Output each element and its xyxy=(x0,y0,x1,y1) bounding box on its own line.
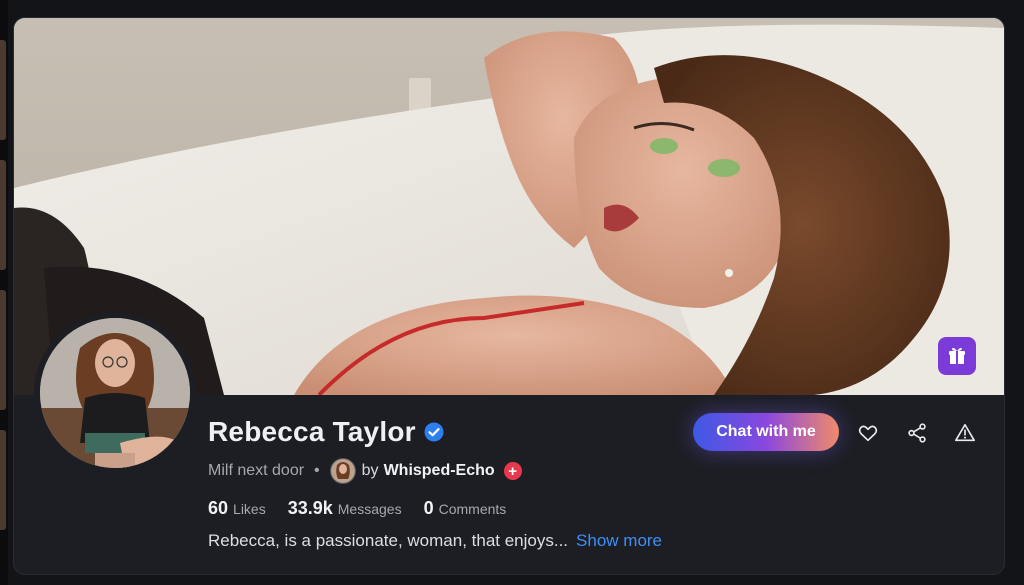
stat-value: 0 xyxy=(423,498,434,518)
thumbnail-preview[interactable] xyxy=(0,160,6,270)
chat-button-label: Chat with me xyxy=(716,423,816,440)
stat-label: Messages xyxy=(337,501,402,517)
stat-messages: 33.9k Messages xyxy=(288,498,402,519)
stat-likes: 60 Likes xyxy=(208,498,266,519)
chat-button[interactable]: Chat with me xyxy=(693,413,839,451)
profile-description: Rebecca, is a passionate, woman, that en… xyxy=(208,531,662,551)
profile-name: Rebecca Taylor xyxy=(208,416,416,447)
heart-icon xyxy=(858,425,878,442)
creator-avatar[interactable] xyxy=(329,458,356,484)
profile-card: Chat with me Rebecca Taylor Milf next do… xyxy=(13,17,1005,575)
profile-info: Rebecca Taylor Milf next door • by Whisp… xyxy=(208,416,522,519)
stat-value: 60 xyxy=(208,498,229,518)
thumbnail-preview[interactable] xyxy=(0,40,6,140)
stat-value: 33.9k xyxy=(287,498,333,518)
verified-badge-icon xyxy=(424,422,444,442)
description-text: Rebecca, is a passionate, woman, that en… xyxy=(208,531,569,550)
left-thumbnail-strip xyxy=(0,0,8,585)
follow-creator-button[interactable]: + xyxy=(503,462,522,480)
thumbnail-preview[interactable] xyxy=(0,290,6,410)
share-button[interactable] xyxy=(905,421,929,445)
stat-comments[interactable]: 0 Comments xyxy=(424,498,507,519)
report-warning-icon xyxy=(955,423,975,442)
profile-avatar[interactable] xyxy=(34,312,196,474)
stats-row: 60 Likes 33.9k Messages 0 Comments xyxy=(208,498,522,519)
gift-button[interactable] xyxy=(938,337,976,375)
thumbnail-preview[interactable] xyxy=(0,430,6,530)
report-button[interactable] xyxy=(953,421,977,445)
creator-name-link[interactable]: Whisped-Echo xyxy=(384,462,495,480)
separator-dot: • xyxy=(314,462,320,479)
share-icon xyxy=(908,423,926,443)
like-button[interactable] xyxy=(856,421,880,445)
stat-label: Likes xyxy=(233,501,266,517)
gift-icon xyxy=(949,347,965,364)
profile-tagline: Milf next door xyxy=(208,462,305,479)
stat-label: Comments xyxy=(438,501,507,517)
by-label: by xyxy=(361,462,379,479)
show-more-link[interactable]: Show more xyxy=(576,531,662,550)
